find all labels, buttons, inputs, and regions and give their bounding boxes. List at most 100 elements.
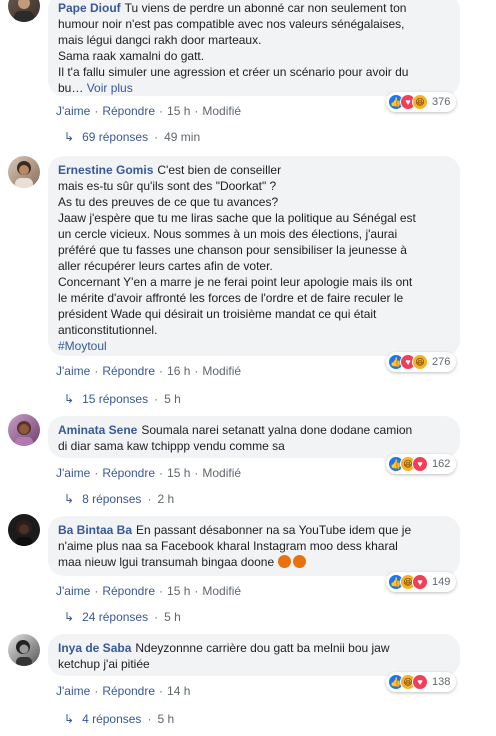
view-replies[interactable]: ↳ 4 réponses · 5 h: [64, 712, 174, 726]
reaction-summary[interactable]: 👍 😆 ♥ 138: [386, 672, 457, 692]
comment-bubble: Pape Diouf Tu viens de perdre un abonné c…: [48, 0, 460, 96]
view-replies[interactable]: ↳ 24 réponses · 5 h: [64, 610, 181, 624]
like-button[interactable]: J'aime: [56, 466, 90, 480]
reply-arrow-icon: ↳: [64, 610, 75, 624]
comment-bubble: Ernestine Gomis C'est bien de conseiller …: [48, 156, 460, 356]
comment-text-line: Jaaw j'espère que tu me liras sache que …: [58, 211, 416, 225]
haha-icon: 😆: [412, 94, 428, 110]
comment-actions: J'aime · Répondre · 15 h · Modifié: [56, 104, 242, 118]
avatar[interactable]: [8, 0, 40, 22]
reaction-summary[interactable]: 👍 ♥ 😆 276: [386, 352, 457, 372]
love-icon: ♥: [412, 456, 428, 472]
comment-text-line: Ndeyzonnne carrière dou gatt ba melnii b…: [135, 641, 390, 655]
comment-text-line: Soumala narei setanatt yalna done dodane…: [141, 423, 413, 437]
replies-count[interactable]: 15 réponses: [82, 392, 148, 406]
reaction-count: 138: [432, 676, 451, 688]
comment-author[interactable]: Aminata Sene: [58, 423, 137, 437]
avatar[interactable]: [8, 414, 40, 446]
reaction-summary[interactable]: 👍 ♥ 😆 376: [386, 92, 457, 112]
like-button[interactable]: J'aime: [56, 684, 90, 698]
comment-time[interactable]: 15 h: [167, 104, 190, 118]
comment-text-line: préféré que tu fasses une chanson pour s…: [58, 243, 407, 257]
reply-arrow-icon: ↳: [64, 492, 75, 506]
comment-text-line: n'aime plus naa sa Facebook kharal Insta…: [58, 539, 398, 553]
comment-actions: J'aime · Répondre · 14 h: [56, 684, 191, 698]
comment-text-line: As tu des preuves de ce que tu avances?: [58, 195, 279, 209]
reaction-summary[interactable]: 👍 😆 ♥ 162: [386, 454, 457, 474]
replies-count[interactable]: 24 réponses: [82, 610, 148, 624]
avatar[interactable]: [8, 156, 40, 188]
comment-text-line: bu…: [58, 81, 84, 95]
reaction-count: 376: [432, 96, 451, 108]
reply-arrow-icon: ↳: [64, 392, 75, 406]
comment-text-line: mais es-tu sûr qu'ils sont des "Doorkat"…: [58, 179, 277, 193]
comment-text-line: Tu viens de perdre un abonné car non seu…: [124, 1, 407, 15]
love-icon: ♥: [412, 574, 428, 590]
reaction-summary[interactable]: 👍 😆 ♥ 149: [386, 572, 457, 592]
love-icon: ♥: [412, 674, 428, 690]
avatar[interactable]: [8, 634, 40, 666]
edited-label: Modifié: [202, 104, 242, 118]
replies-time: 2 h: [157, 492, 175, 506]
angry-emoji-icon: [292, 555, 306, 568]
reaction-count: 149: [432, 576, 451, 588]
replies-time: 49 min: [164, 130, 201, 144]
comment-text-line: anticonstitutionnel.: [58, 323, 158, 337]
view-replies[interactable]: ↳ 69 réponses · 49 min: [64, 130, 200, 144]
comment-text-line: aller récupérer leurs cartes afin de vot…: [58, 259, 273, 273]
comment-author[interactable]: Ernestine Gomis: [58, 163, 153, 177]
comment-text-line: maa nieuw lgui transumah bingaa doone: [58, 555, 275, 569]
comment-text-line: humour noir n'est pas compatible avec no…: [58, 17, 405, 31]
comment-actions: J'aime · Répondre · 15 h · Modifié: [56, 466, 242, 480]
comment-text-line: Concernant Y'en a marre je ne ferai poin…: [58, 275, 413, 289]
comment-text-line: di diar sama kaw tchippp vendu comme sa: [58, 439, 285, 453]
view-replies[interactable]: ↳ 8 réponses · 2 h: [64, 492, 174, 506]
reaction-count: 276: [432, 356, 451, 368]
comment-text-line: un cercle vicieux. Nous sommes à un mois…: [58, 227, 398, 241]
replies-count[interactable]: 69 réponses: [82, 130, 148, 144]
comment-time[interactable]: 15 h: [167, 466, 190, 480]
comment-time[interactable]: 16 h: [167, 364, 190, 378]
reaction-count: 162: [432, 458, 451, 470]
replies-time: 5 h: [164, 610, 181, 624]
comment-text-line: Il t'a fallu simuler une agression et cr…: [58, 65, 409, 79]
see-more-link[interactable]: Voir plus: [87, 81, 133, 95]
comment-author[interactable]: Ba Bintaa Ba: [58, 523, 132, 537]
hashtag-link[interactable]: #Moytoul: [58, 338, 448, 354]
replies-count[interactable]: 8 réponses: [82, 492, 141, 506]
reply-button[interactable]: Répondre: [102, 684, 155, 698]
comment-bubble: Inya de Saba Ndeyzonnne carrière dou gatt…: [48, 634, 460, 676]
like-button[interactable]: J'aime: [56, 104, 90, 118]
comment-actions: J'aime · Répondre · 16 h · Modifié: [56, 364, 242, 378]
comment-text-line: ketchup j'ai pitiée: [58, 657, 150, 671]
comment-text-line: C'est bien de conseiller: [157, 163, 282, 177]
angry-emoji-icon: [277, 555, 291, 568]
comment-author[interactable]: Inya de Saba: [58, 641, 131, 655]
reply-button[interactable]: Répondre: [102, 104, 155, 118]
reply-button[interactable]: Répondre: [102, 466, 155, 480]
comment-bubble: Ba Bintaa Ba En passant désabonner na sa …: [48, 516, 460, 576]
comment-bubble: Aminata Sene Soumala narei setanatt yalna…: [48, 416, 460, 458]
view-replies[interactable]: ↳ 15 réponses · 5 h: [64, 392, 181, 406]
comment-text-line: le mérite d'avoir affronté les forces de…: [58, 291, 404, 305]
reply-button[interactable]: Répondre: [102, 584, 155, 598]
edited-label: Modifié: [202, 584, 242, 598]
comment-text-line: mais légui dangci rakh door marteaux.: [58, 33, 262, 47]
like-button[interactable]: J'aime: [56, 584, 90, 598]
replies-time: 5 h: [164, 392, 181, 406]
replies-count[interactable]: 4 réponses: [82, 712, 141, 726]
edited-label: Modifié: [202, 364, 242, 378]
like-button[interactable]: J'aime: [56, 364, 90, 378]
edited-label: Modifié: [202, 466, 242, 480]
reply-button[interactable]: Répondre: [102, 364, 155, 378]
avatar[interactable]: [8, 514, 40, 546]
comment-text-line: président Wade qui désirait un troisième…: [58, 307, 377, 321]
replies-time: 5 h: [157, 712, 175, 726]
haha-icon: 😆: [412, 354, 428, 370]
comment-author[interactable]: Pape Diouf: [58, 1, 121, 15]
reply-arrow-icon: ↳: [64, 712, 75, 726]
comment-time[interactable]: 14 h: [167, 684, 190, 698]
comment-text-line: Sama raak xamalni do gatt.: [58, 49, 205, 63]
comment-actions: J'aime · Répondre · 15 h · Modifié: [56, 584, 242, 598]
comment-time[interactable]: 15 h: [167, 584, 190, 598]
